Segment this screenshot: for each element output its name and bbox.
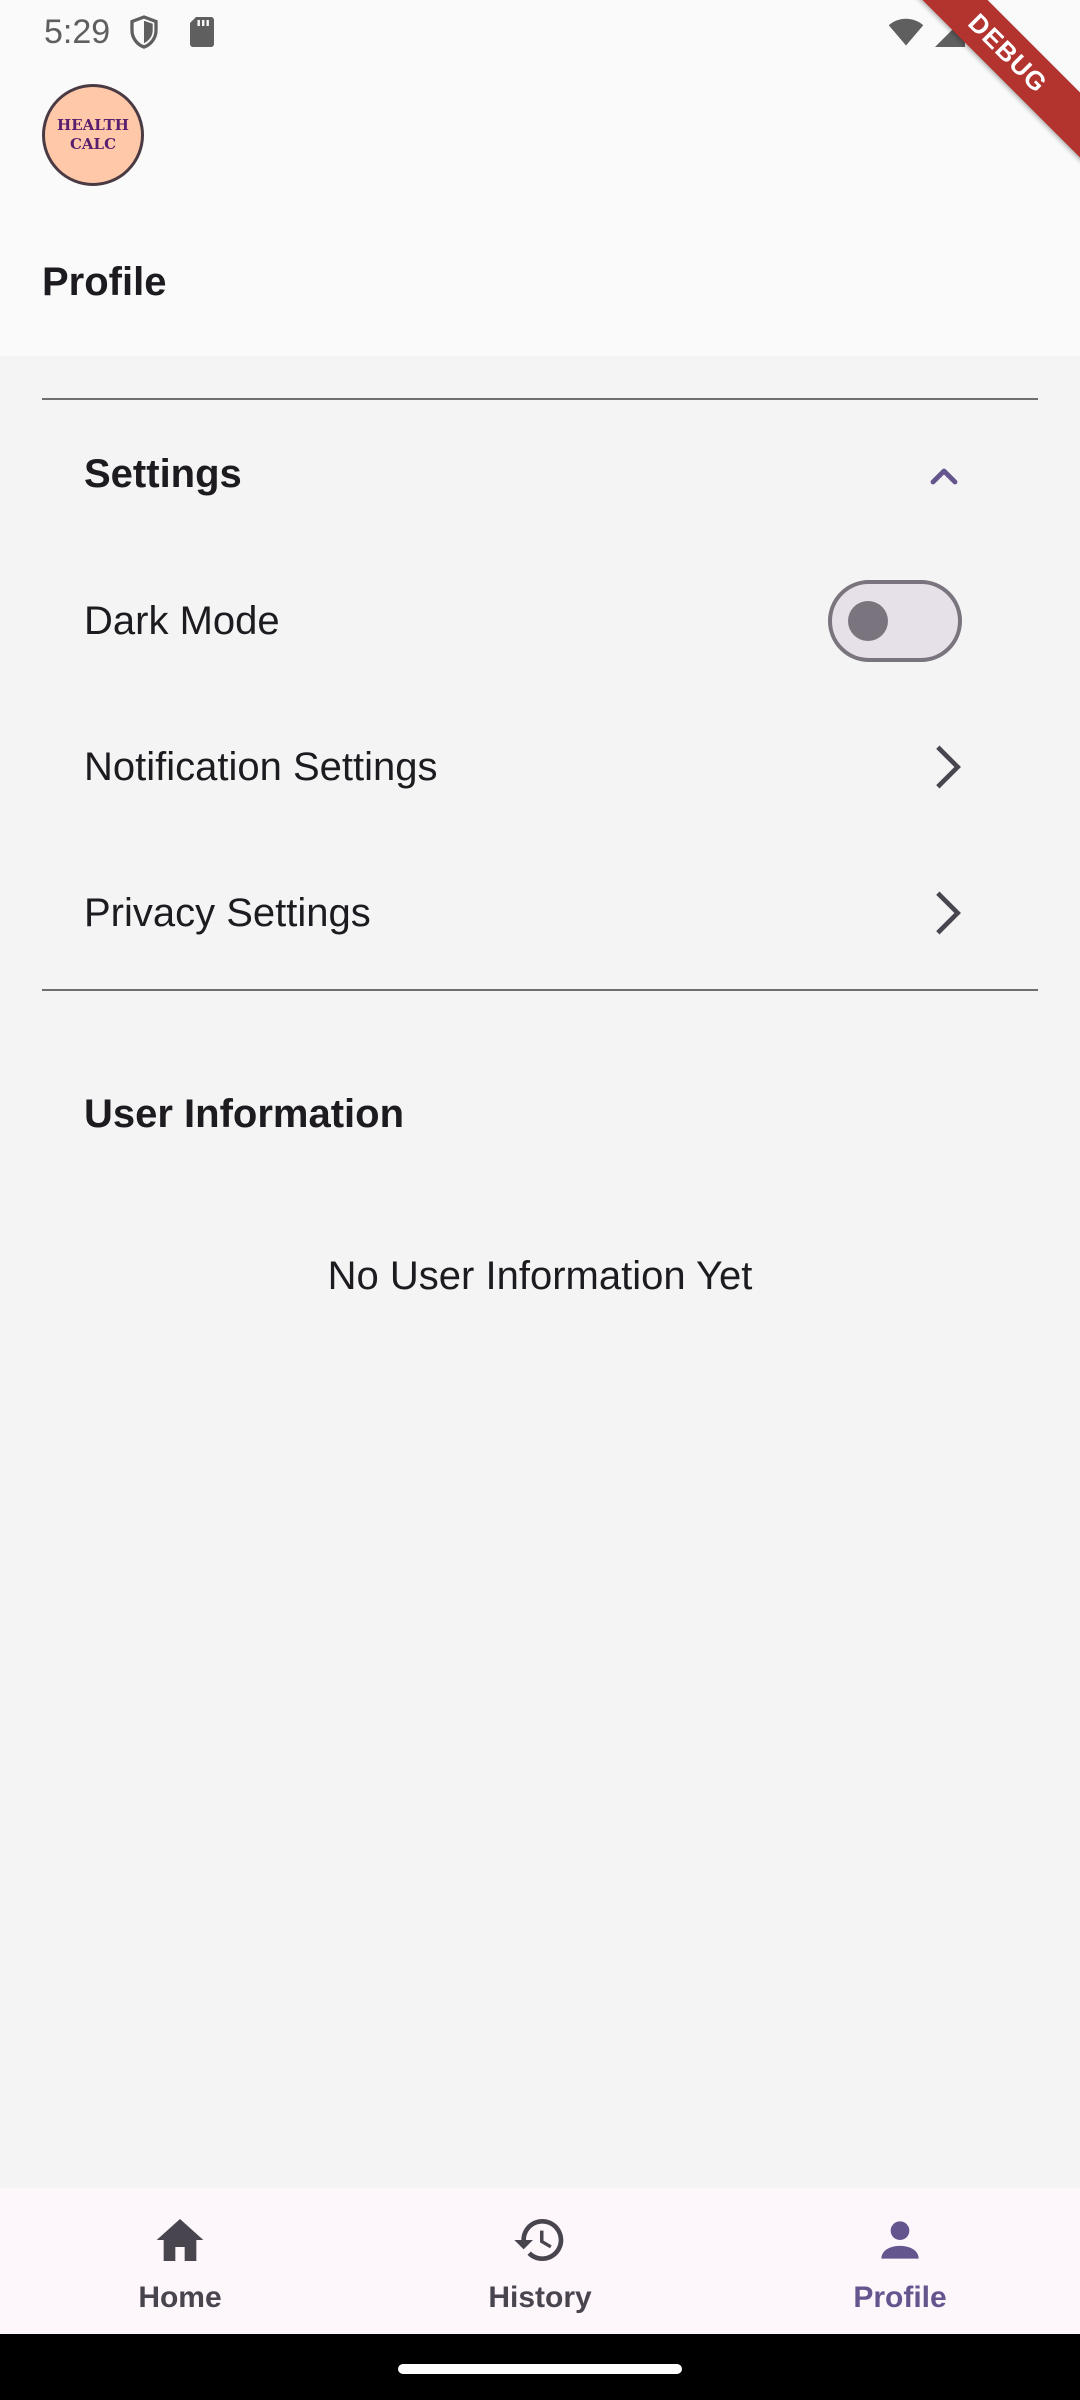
status-time: 5:29 bbox=[44, 13, 111, 51]
app-header: HEALTH CALC Profile bbox=[0, 62, 1080, 356]
settings-row-notification[interactable]: Notification Settings bbox=[42, 694, 1038, 840]
dark-mode-toggle[interactable] bbox=[828, 580, 962, 662]
shield-icon bbox=[130, 15, 158, 49]
sd-card-icon bbox=[190, 17, 214, 47]
home-icon bbox=[156, 2219, 204, 2261]
settings-row-dark-mode[interactable]: Dark Mode bbox=[42, 548, 1038, 694]
settings-row-privacy[interactable]: Privacy Settings bbox=[42, 840, 1038, 986]
wifi-icon bbox=[888, 18, 924, 46]
nav-label-profile: Profile bbox=[853, 2281, 947, 2314]
person-icon bbox=[881, 2221, 919, 2259]
nav-label-home: Home bbox=[138, 2281, 222, 2314]
nav-item-history[interactable]: History bbox=[360, 2188, 720, 2334]
nav-item-home[interactable]: Home bbox=[0, 2188, 360, 2334]
home-gesture-handle[interactable] bbox=[398, 2364, 682, 2374]
user-info-empty-message: No User Information Yet bbox=[327, 1254, 753, 1298]
status-bar: 5:29 bbox=[0, 0, 1080, 62]
bottom-navigation: Home History Profile bbox=[0, 2188, 1080, 2334]
settings-top-divider bbox=[42, 398, 1038, 400]
chevron-right-icon bbox=[936, 891, 961, 935]
chevron-right-icon bbox=[936, 745, 961, 789]
page-title: Profile bbox=[42, 260, 167, 304]
logo-text-line2: CALC bbox=[69, 135, 117, 153]
settings-title: Settings bbox=[84, 452, 242, 496]
toggle-knob bbox=[848, 601, 888, 641]
system-gesture-bar bbox=[0, 2334, 1080, 2400]
nav-item-profile[interactable]: Profile bbox=[720, 2188, 1080, 2334]
privacy-settings-label: Privacy Settings bbox=[84, 891, 371, 935]
history-icon bbox=[514, 2219, 564, 2261]
chevron-up-icon[interactable] bbox=[920, 452, 968, 500]
dark-mode-label: Dark Mode bbox=[84, 599, 280, 643]
settings-bottom-divider bbox=[42, 989, 1038, 991]
app-logo: HEALTH CALC bbox=[42, 84, 144, 186]
nav-label-history: History bbox=[488, 2281, 592, 2314]
notification-settings-label: Notification Settings bbox=[84, 745, 438, 789]
user-info-title: User Information bbox=[84, 1092, 405, 1136]
logo-text-line1: HEALTH bbox=[57, 116, 129, 134]
